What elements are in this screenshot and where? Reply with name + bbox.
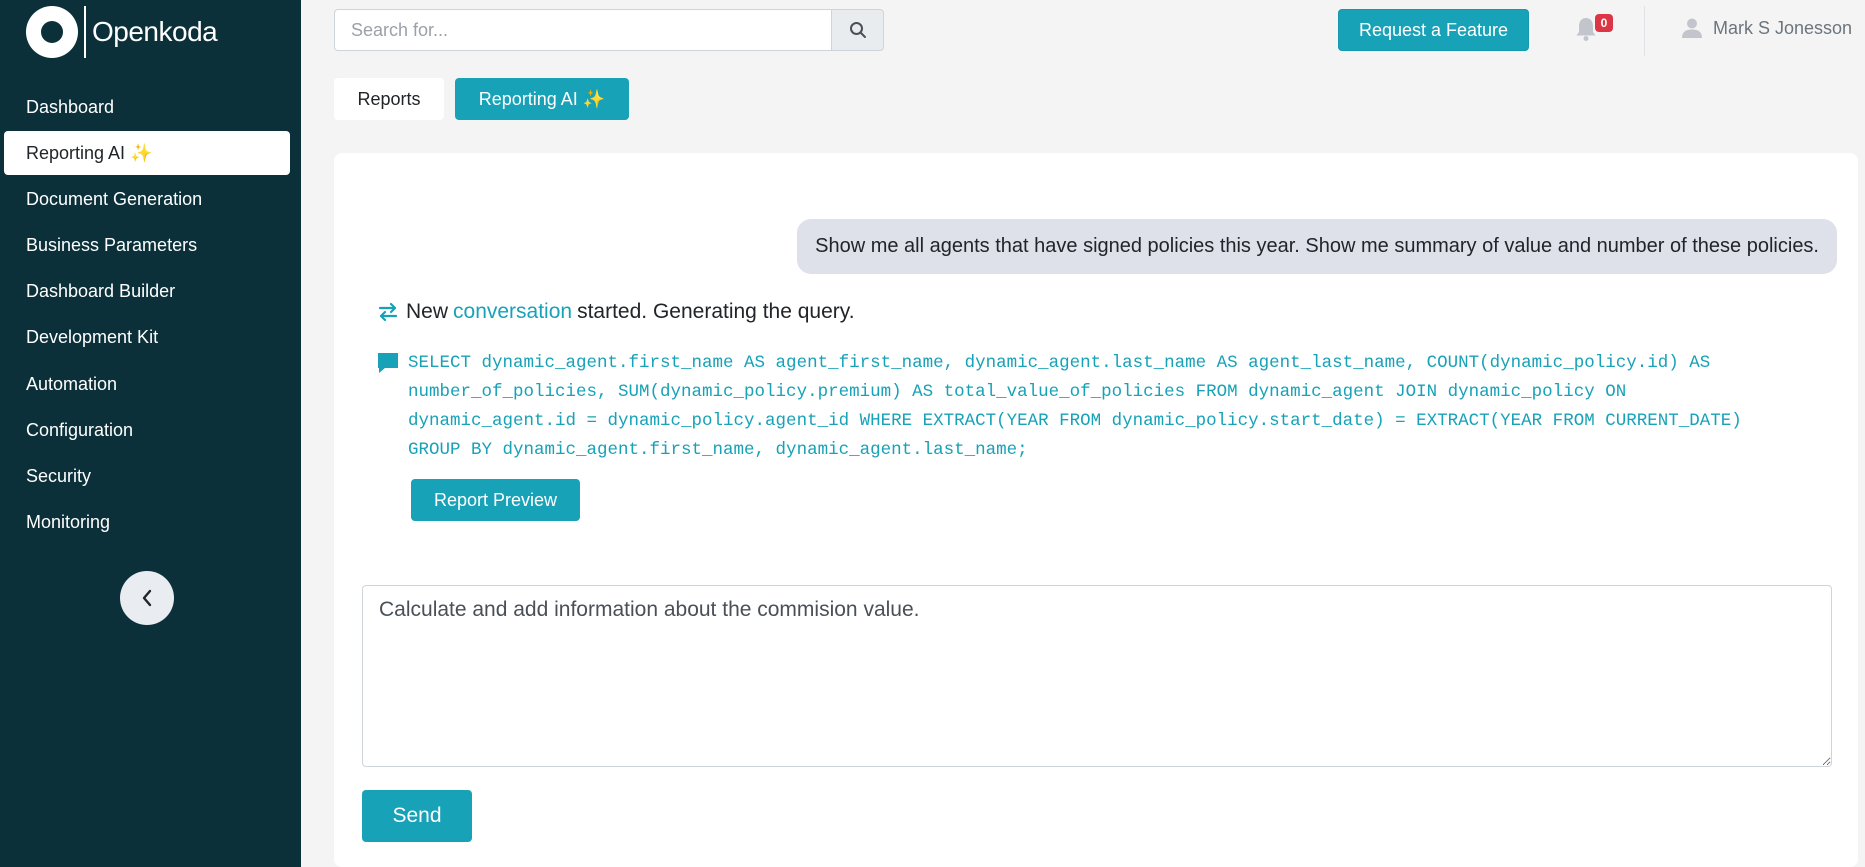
- chevron-left-icon: [142, 589, 152, 607]
- prompt-textarea[interactable]: Calculate and add information about the …: [362, 585, 1832, 767]
- sidebar-item-business-parameters[interactable]: Business Parameters: [4, 224, 290, 268]
- sidebar-item-reporting-ai[interactable]: Reporting AI ✨: [4, 131, 290, 176]
- sidebar-item-monitoring[interactable]: Monitoring: [4, 501, 290, 545]
- openkoda-logo[interactable]: Openkoda: [26, 6, 218, 58]
- user-avatar-icon: [1682, 18, 1702, 38]
- search-icon: [849, 22, 866, 38]
- request-feature-button[interactable]: Request a Feature: [1338, 9, 1529, 51]
- conversation-status: New conversation started. Generating the…: [376, 300, 855, 324]
- sidebar-item-security[interactable]: Security: [4, 455, 290, 499]
- exchange-arrows-icon: [378, 302, 398, 322]
- user-message-bubble: Show me all agents that have signed poli…: [797, 219, 1837, 274]
- sidebar-item-automation[interactable]: Automation: [4, 362, 290, 406]
- logo-text: Openkoda: [92, 16, 218, 47]
- sidebar-item-dashboard-builder[interactable]: Dashboard Builder: [4, 270, 290, 314]
- comment-icon: [378, 353, 398, 373]
- tab-reporting-ai[interactable]: Reporting AI ✨: [455, 78, 629, 120]
- sidebar-item-document-generation[interactable]: Document Generation: [4, 177, 290, 221]
- status-prefix: New: [406, 300, 449, 323]
- notification-count-badge: 0: [1595, 14, 1613, 32]
- search-input[interactable]: [334, 9, 831, 51]
- tab-reports[interactable]: Reports: [334, 78, 444, 120]
- sidebar-item-configuration[interactable]: Configuration: [4, 408, 290, 452]
- sidebar-item-development-kit[interactable]: Development Kit: [4, 316, 290, 360]
- sidebar-item-dashboard[interactable]: Dashboard: [4, 85, 290, 129]
- generated-query: SELECT dynamic_agent.first_name AS agent…: [376, 349, 1778, 465]
- notifications-bell-icon[interactable]: [1575, 16, 1597, 42]
- header-divider: [1644, 6, 1645, 56]
- sidebar-nav: Dashboard Reporting AI ✨ Document Genera…: [4, 85, 290, 547]
- search-bar: [334, 9, 884, 51]
- search-button[interactable]: [831, 9, 884, 51]
- user-menu[interactable]: Mark S Jonesson: [1681, 17, 1852, 39]
- user-name: Mark S Jonesson: [1713, 17, 1853, 38]
- logo-icon: [26, 6, 78, 58]
- status-suffix: started. Generating the query.: [577, 300, 855, 323]
- reporting-ai-panel: Show me all agents that have signed poli…: [334, 153, 1858, 867]
- sql-query-text: SELECT dynamic_agent.first_name AS agent…: [408, 353, 1742, 460]
- report-preview-button[interactable]: Report Preview: [411, 479, 580, 521]
- conversation-link[interactable]: conversation: [453, 300, 572, 324]
- sidebar-collapse-button[interactable]: [120, 571, 174, 625]
- sidebar: Openkoda Dashboard Reporting AI ✨ Docume…: [0, 0, 301, 867]
- send-button[interactable]: Send: [362, 790, 472, 842]
